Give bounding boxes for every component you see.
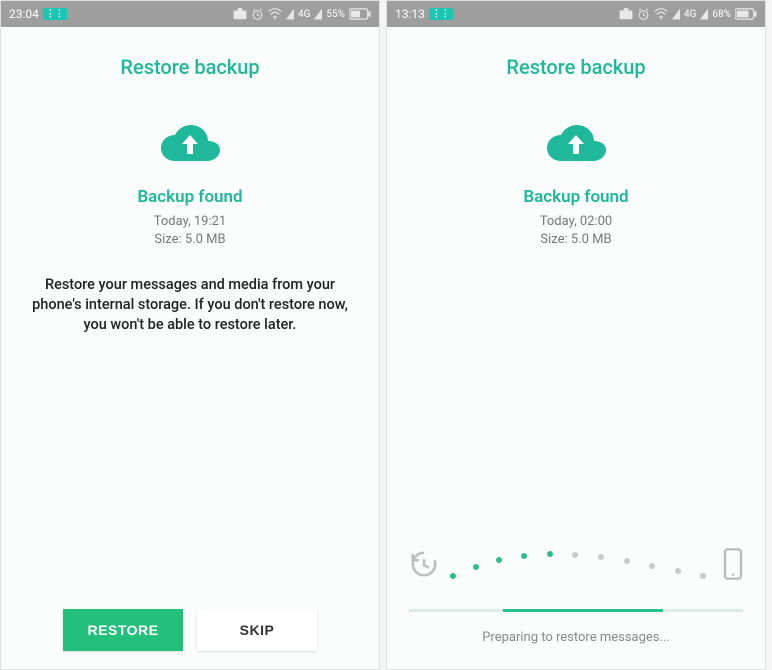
status-bar: 23:04 ⋮⋮ 4G 55% bbox=[1, 1, 379, 27]
status-right: 4G 55% bbox=[233, 8, 371, 21]
status-battery: 68% bbox=[712, 9, 731, 20]
battery-icon bbox=[735, 8, 757, 20]
progress-bar bbox=[409, 609, 743, 612]
status-network: 4G bbox=[298, 9, 310, 20]
dots-arc bbox=[439, 544, 723, 584]
restore-button[interactable]: RESTORE bbox=[63, 609, 183, 651]
status-badge: ⋮⋮ bbox=[429, 8, 453, 20]
restore-description: Restore your messages and media from you… bbox=[19, 275, 361, 334]
battery-icon bbox=[349, 8, 371, 20]
status-battery: 55% bbox=[326, 9, 345, 20]
camera-icon bbox=[233, 8, 247, 20]
backup-time: Today, 02:00 bbox=[387, 213, 765, 231]
status-right: 4G 68% bbox=[619, 8, 757, 21]
phone-icon bbox=[723, 548, 743, 580]
backup-found-title: Backup found bbox=[387, 187, 765, 207]
alarm-icon bbox=[637, 8, 650, 21]
screen-restore-progress: 13:13 ⋮⋮ 4G 68% Restore backup Backup fo… bbox=[386, 0, 766, 670]
camera-icon bbox=[619, 8, 633, 20]
backup-size: Size: 5.0 MB bbox=[387, 231, 765, 249]
cloud-upload-icon bbox=[158, 121, 222, 169]
status-bar: 13:13 ⋮⋮ 4G 68% bbox=[387, 1, 765, 27]
status-network: 4G bbox=[684, 9, 696, 20]
progress-label: Preparing to restore messages... bbox=[409, 630, 743, 645]
progress-fill bbox=[503, 609, 663, 612]
skip-button[interactable]: SKIP bbox=[197, 609, 317, 651]
transfer-graphic bbox=[409, 541, 743, 587]
backup-size: Size: 5.0 MB bbox=[1, 231, 379, 249]
cloud-upload-icon bbox=[544, 121, 608, 169]
backup-found-title: Backup found bbox=[1, 187, 379, 207]
backup-meta: Today, 02:00 Size: 5.0 MB bbox=[387, 213, 765, 249]
history-icon bbox=[409, 549, 439, 579]
page-title: Restore backup bbox=[387, 55, 765, 79]
signal-icon bbox=[672, 8, 680, 20]
signal-icon bbox=[286, 8, 294, 20]
backup-time: Today, 19:21 bbox=[1, 213, 379, 231]
backup-meta: Today, 19:21 Size: 5.0 MB bbox=[1, 213, 379, 249]
progress-area: Preparing to restore messages... bbox=[387, 541, 765, 669]
wifi-icon bbox=[654, 8, 668, 20]
screen-restore-prompt: 23:04 ⋮⋮ 4G 55% Restore backup Backup fo… bbox=[0, 0, 380, 670]
signal-icon-2 bbox=[700, 8, 708, 20]
status-time: 23:04 bbox=[9, 7, 39, 21]
wifi-icon bbox=[268, 8, 282, 20]
signal-icon-2 bbox=[314, 8, 322, 20]
alarm-icon bbox=[251, 8, 264, 21]
page-title: Restore backup bbox=[1, 55, 379, 79]
status-badge: ⋮⋮ bbox=[43, 8, 67, 20]
status-time: 13:13 bbox=[395, 7, 425, 21]
button-row: RESTORE SKIP bbox=[1, 609, 379, 651]
